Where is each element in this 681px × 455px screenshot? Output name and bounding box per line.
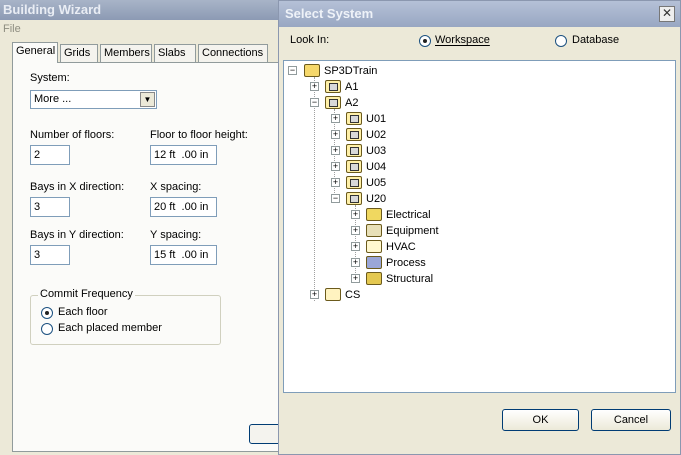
tree-label-root: SP3DTrain [324, 65, 378, 77]
each-member-radio[interactable] [41, 323, 53, 335]
expand-icon[interactable]: + [351, 226, 360, 235]
collapse-icon[interactable]: − [331, 194, 340, 203]
dialog-title-bar: Select System ✕ [279, 1, 680, 27]
tree-label-a1: A1 [345, 81, 359, 93]
look-in-label: Look In: [290, 34, 330, 46]
system-folder-icon [325, 96, 341, 109]
process-icon [366, 256, 382, 269]
tab-members[interactable]: Members [100, 44, 152, 62]
workspace-radio[interactable] [419, 35, 431, 47]
each-member-label: Each placed member [58, 322, 162, 334]
building-wizard-window: Building Wizard File General Grids Membe… [0, 0, 290, 455]
unit-folder-icon [346, 192, 362, 205]
tree-label-process: Process [386, 257, 426, 269]
each-floor-label: Each floor [58, 306, 108, 318]
database-radio[interactable] [555, 35, 567, 47]
system-tree[interactable]: − SP3DTrain + A1 − A2 + U01 + U02 + U03 … [283, 60, 676, 393]
hvac-icon [366, 240, 382, 253]
y-spacing-input[interactable]: 15 ft .00 in [150, 245, 217, 265]
tab-connections[interactable]: Connections [198, 44, 268, 62]
unit-folder-icon [346, 176, 362, 189]
expand-icon[interactable]: + [351, 258, 360, 267]
unit-folder-icon [346, 128, 362, 141]
tree-label-u20: U20 [366, 193, 387, 205]
tree-label-structural: Structural [386, 273, 434, 285]
cs-folder-icon [325, 288, 341, 301]
tree-label-u04: U04 [366, 161, 387, 173]
tree-label-u02: U02 [366, 129, 387, 141]
tree-label-electrical: Electrical [386, 209, 431, 221]
floors-input[interactable]: 2 [30, 145, 70, 165]
bays-y-input[interactable]: 3 [30, 245, 70, 265]
root-folder-icon [304, 64, 320, 77]
expand-icon[interactable]: + [310, 82, 319, 91]
tree-label-a2: A2 [345, 97, 359, 109]
tab-grids[interactable]: Grids [60, 44, 98, 62]
expand-icon[interactable]: + [331, 146, 340, 155]
floor-height-label: Floor to floor height: [150, 129, 248, 141]
system-dropdown[interactable]: More ... ▼ [30, 90, 157, 109]
unit-folder-icon [346, 112, 362, 125]
expand-icon[interactable]: + [351, 274, 360, 283]
commit-frequency-group: Commit Frequency Each floor Each placed … [30, 288, 221, 345]
bays-y-label: Bays in Y direction: [30, 229, 124, 241]
tree-label-hvac: HVAC [386, 241, 416, 253]
workspace-label[interactable]: Workspace [435, 34, 490, 46]
expand-icon[interactable]: + [331, 114, 340, 123]
chevron-down-icon[interactable]: ▼ [140, 92, 155, 107]
floor-height-input[interactable]: 12 ft .00 in [150, 145, 217, 165]
system-folder-icon [325, 80, 341, 93]
expand-icon[interactable]: + [351, 210, 360, 219]
tab-general[interactable]: General [12, 42, 58, 63]
system-label: System: [30, 72, 70, 84]
x-spacing-input[interactable]: 20 ft .00 in [150, 197, 217, 217]
menu-file[interactable]: File [0, 20, 290, 38]
structural-icon [366, 272, 382, 285]
commit-frequency-title: Commit Frequency [38, 288, 135, 300]
equipment-icon [366, 224, 382, 237]
unit-folder-icon [346, 160, 362, 173]
each-floor-radio[interactable] [41, 307, 53, 319]
database-label[interactable]: Database [572, 34, 619, 46]
collapse-icon[interactable]: − [288, 66, 297, 75]
collapse-icon[interactable]: − [310, 98, 319, 107]
expand-icon[interactable]: + [331, 130, 340, 139]
tree-label-cs: CS [345, 289, 361, 301]
bays-x-input[interactable]: 3 [30, 197, 70, 217]
tree-label-equipment: Equipment [386, 225, 439, 237]
expand-icon[interactable]: + [310, 290, 319, 299]
bays-x-label: Bays in X direction: [30, 181, 125, 193]
system-value: More ... [34, 93, 72, 105]
expand-icon[interactable]: + [331, 162, 340, 171]
tree-label-u05: U05 [366, 177, 387, 189]
general-tab-panel: System: More ... ▼ Number of floors: 2 F… [12, 62, 287, 452]
floors-label: Number of floors: [30, 129, 115, 141]
ok-button[interactable]: OK [502, 409, 579, 431]
tab-slabs[interactable]: Slabs [154, 44, 196, 62]
wizard-title: Building Wizard [0, 0, 290, 20]
close-icon[interactable]: ✕ [659, 6, 675, 22]
tree-label-u03: U03 [366, 145, 387, 157]
cancel-button[interactable]: Cancel [591, 409, 671, 431]
dialog-title: Select System [285, 6, 374, 21]
y-spacing-label: Y spacing: [150, 229, 202, 241]
electrical-icon [366, 208, 382, 221]
tree-label-u01: U01 [366, 113, 387, 125]
unit-folder-icon [346, 144, 362, 157]
expand-icon[interactable]: + [331, 178, 340, 187]
x-spacing-label: X spacing: [150, 181, 202, 193]
select-system-dialog: Select System ✕ Look In: Workspace Datab… [278, 0, 681, 455]
expand-icon[interactable]: + [351, 242, 360, 251]
